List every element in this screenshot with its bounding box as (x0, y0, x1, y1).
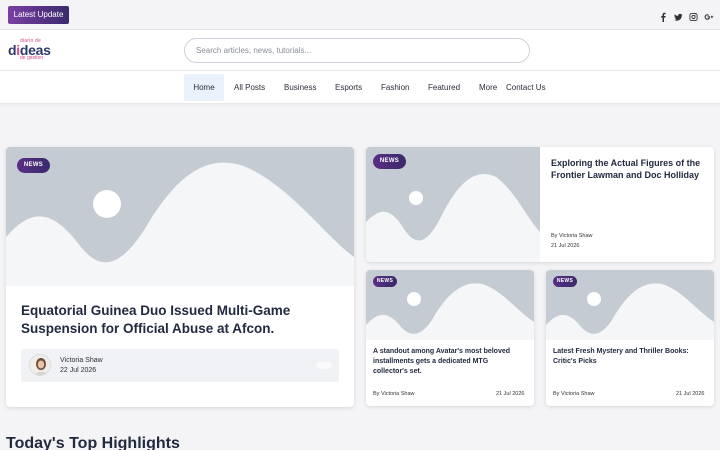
article-card-mystery-thriller[interactable]: NEWS Latest Fresh Mystery and Thriller B… (546, 270, 714, 406)
author-box: Victoria Shaw 22 Jul 2026 (21, 349, 339, 382)
more-indicator (316, 362, 332, 369)
nav-item-fashion[interactable]: Fashion (381, 74, 409, 101)
news-badge: NEWS (373, 154, 406, 169)
nav-item-featured[interactable]: Featured (428, 74, 460, 101)
byline[interactable]: By Victoria Shaw (373, 391, 414, 397)
post-date: 21 Jul 2026 (496, 391, 525, 397)
post-date: 21 Jul 2026 (676, 391, 705, 397)
section-heading-top-highlights: Today's Top Highlights (6, 435, 180, 450)
post-date: 21 Jul 2026 (551, 243, 580, 249)
news-badge: NEWS (17, 158, 50, 173)
social-links (659, 9, 714, 22)
avatar[interactable] (29, 354, 51, 376)
main-nav: Home All Posts Business Esports Fashion … (0, 71, 720, 104)
latest-update-button[interactable]: Latest Update (8, 6, 69, 24)
nav-item-all-posts[interactable]: All Posts (234, 74, 265, 101)
facebook-icon[interactable] (659, 9, 667, 22)
news-badge: NEWS (373, 276, 397, 287)
article-title[interactable]: Latest Fresh Mystery and Thriller Books:… (553, 347, 703, 367)
author-name[interactable]: Victoria Shaw (60, 357, 103, 364)
nav-item-business[interactable]: Business (284, 74, 316, 101)
twitter-icon[interactable] (674, 9, 683, 21)
post-date: 22 Jul 2026 (60, 367, 97, 374)
article-card-avatar-mtg[interactable]: NEWS A standout among Avatar's most belo… (366, 270, 534, 406)
article-image-placeholder[interactable] (6, 147, 354, 286)
site-header: diario de dideas de gestion (0, 30, 720, 71)
featured-article-title[interactable]: Equatorial Guinea Duo Issued Multi-Game … (21, 302, 321, 338)
byline[interactable]: By Victoria Shaw (551, 233, 592, 239)
instagram-icon[interactable] (689, 9, 698, 22)
nav-item-contact-us[interactable]: Contact Us (506, 74, 546, 101)
logo-text-bottom: de gestion (20, 55, 44, 61)
site-logo[interactable]: diario de dideas de gestion (8, 39, 56, 61)
article-card-frontier-lawman[interactable]: NEWS Exploring the Actual Figures of the… (366, 147, 714, 262)
byline[interactable]: By Victoria Shaw (553, 391, 594, 397)
article-title[interactable]: A standout among Avatar's most beloved i… (373, 347, 523, 376)
nav-item-esports[interactable]: Esports (335, 74, 362, 101)
article-title[interactable]: Exploring the Actual Figures of the Fron… (551, 157, 706, 181)
nav-item-more[interactable]: More (479, 74, 497, 101)
search-input[interactable] (184, 38, 530, 63)
news-badge: NEWS (553, 276, 577, 287)
nav-item-home[interactable]: Home (184, 74, 224, 101)
google-plus-icon[interactable] (704, 9, 714, 20)
top-bar: Latest Update (0, 0, 720, 30)
